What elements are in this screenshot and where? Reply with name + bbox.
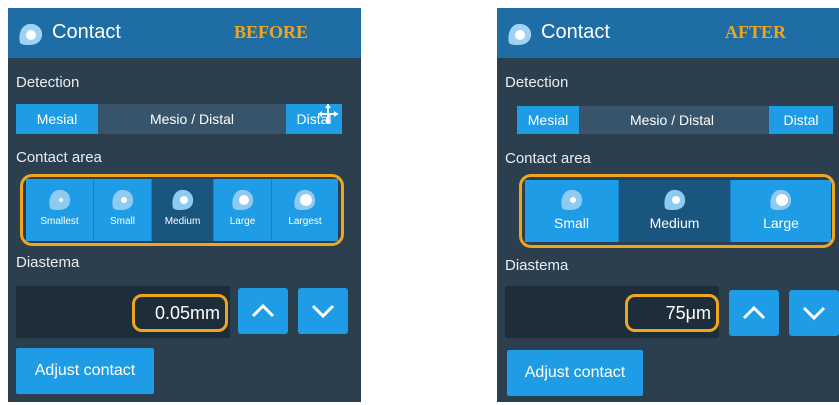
contact-area-label: Contact area bbox=[16, 149, 102, 166]
chevron-down-icon bbox=[311, 304, 335, 319]
detection-label: Detection bbox=[16, 74, 80, 91]
detection-mesio-distal-button[interactable]: Mesio / Distal bbox=[579, 106, 765, 134]
tooth-icon bbox=[508, 23, 532, 45]
highlight-frame bbox=[625, 294, 719, 332]
adjust-contact-button[interactable]: Adjust contact bbox=[507, 350, 643, 396]
panel-title: Contact bbox=[52, 21, 121, 43]
cursor-icon bbox=[318, 104, 338, 124]
detection-label: Detection bbox=[505, 74, 569, 91]
chevron-up-icon bbox=[251, 303, 275, 318]
diastema-label: Diastema bbox=[16, 254, 80, 271]
highlight-frame bbox=[519, 174, 835, 248]
adjust-contact-button[interactable]: Adjust contact bbox=[16, 348, 154, 394]
increase-button[interactable] bbox=[729, 290, 779, 336]
detection-mesial-button[interactable]: Mesial bbox=[16, 104, 98, 134]
panel-header: Contact AFTER bbox=[497, 8, 839, 58]
decrease-button[interactable] bbox=[298, 288, 348, 334]
chevron-up-icon bbox=[742, 305, 766, 320]
contact-area-label: Contact area bbox=[505, 150, 591, 167]
contact-panel-after: Contact AFTER Detection Mesial Mesio / D… bbox=[497, 8, 839, 402]
detection-segmented-control: Mesial Mesio / Distal Distal bbox=[16, 104, 342, 134]
highlight-frame bbox=[20, 174, 344, 246]
panel-header: Contact BEFORE bbox=[8, 8, 361, 58]
tooth-icon bbox=[19, 23, 43, 45]
detection-distal-button[interactable]: Distal bbox=[769, 106, 833, 134]
increase-button[interactable] bbox=[238, 288, 288, 334]
contact-panel-before: Contact BEFORE Detection Mesial Mesio / … bbox=[8, 8, 361, 402]
detection-mesio-distal-button[interactable]: Mesio / Distal bbox=[98, 104, 286, 134]
decrease-button[interactable] bbox=[789, 290, 839, 336]
detection-segmented-control: Mesial Mesio / Distal Distal bbox=[517, 106, 833, 134]
after-tag: AFTER bbox=[725, 22, 787, 42]
highlight-frame bbox=[132, 294, 228, 332]
panel-title: Contact bbox=[541, 21, 610, 43]
chevron-down-icon bbox=[802, 306, 826, 321]
detection-mesial-button[interactable]: Mesial bbox=[517, 106, 579, 134]
diastema-label: Diastema bbox=[505, 257, 569, 274]
before-tag: BEFORE bbox=[234, 22, 309, 42]
